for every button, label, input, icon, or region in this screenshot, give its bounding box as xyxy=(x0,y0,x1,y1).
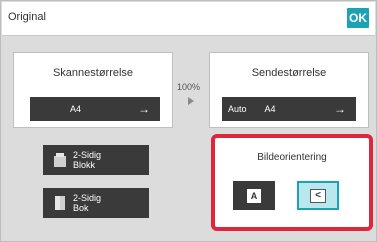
title-bar: Original OK xyxy=(2,2,375,36)
arrow-right-icon: → xyxy=(334,102,346,116)
scan-size-panel: Skannestørrelse A4 → xyxy=(13,52,173,128)
book-icon xyxy=(54,153,66,167)
two-sided-tablet-button[interactable]: 2-Sidig Bok xyxy=(43,188,149,218)
orientation-panel: Bildeorientering A < xyxy=(211,134,373,231)
scan-size-button[interactable]: A4 → xyxy=(30,97,160,121)
send-size-panel: Sendestørrelse Auto A4 → xyxy=(209,52,369,128)
portrait-icon: A xyxy=(247,188,261,203)
landscape-button[interactable]: < xyxy=(297,181,339,210)
send-size-mode: Auto xyxy=(228,104,247,114)
play-arrow-icon xyxy=(188,97,194,105)
orientation-title: Bildeorientering xyxy=(257,152,327,163)
tablet-icon xyxy=(55,196,65,210)
two-sided-book-button[interactable]: 2-Sidig Blokk xyxy=(43,145,149,175)
landscape-icon: < xyxy=(310,188,326,203)
zoom-ratio: 100% xyxy=(177,82,201,92)
two-sided-tablet-label: 2-Sidig Bok xyxy=(73,193,102,213)
arrow-right-icon: → xyxy=(138,102,150,116)
scan-size-value: A4 xyxy=(70,104,82,114)
portrait-button[interactable]: A xyxy=(233,181,275,210)
scan-size-title: Skannestørrelse xyxy=(52,67,134,79)
ok-button[interactable]: OK xyxy=(347,8,369,28)
page-title: Original xyxy=(8,11,46,23)
two-sided-book-label: 2-Sidig Blokk xyxy=(73,150,102,170)
send-size-title: Sendestørrelse xyxy=(251,67,327,79)
screen: Original OK Skannestørrelse A4 → 100% Se… xyxy=(0,0,377,242)
send-size-button[interactable]: Auto A4 → xyxy=(222,97,356,121)
send-size-value: A4 xyxy=(264,104,276,114)
